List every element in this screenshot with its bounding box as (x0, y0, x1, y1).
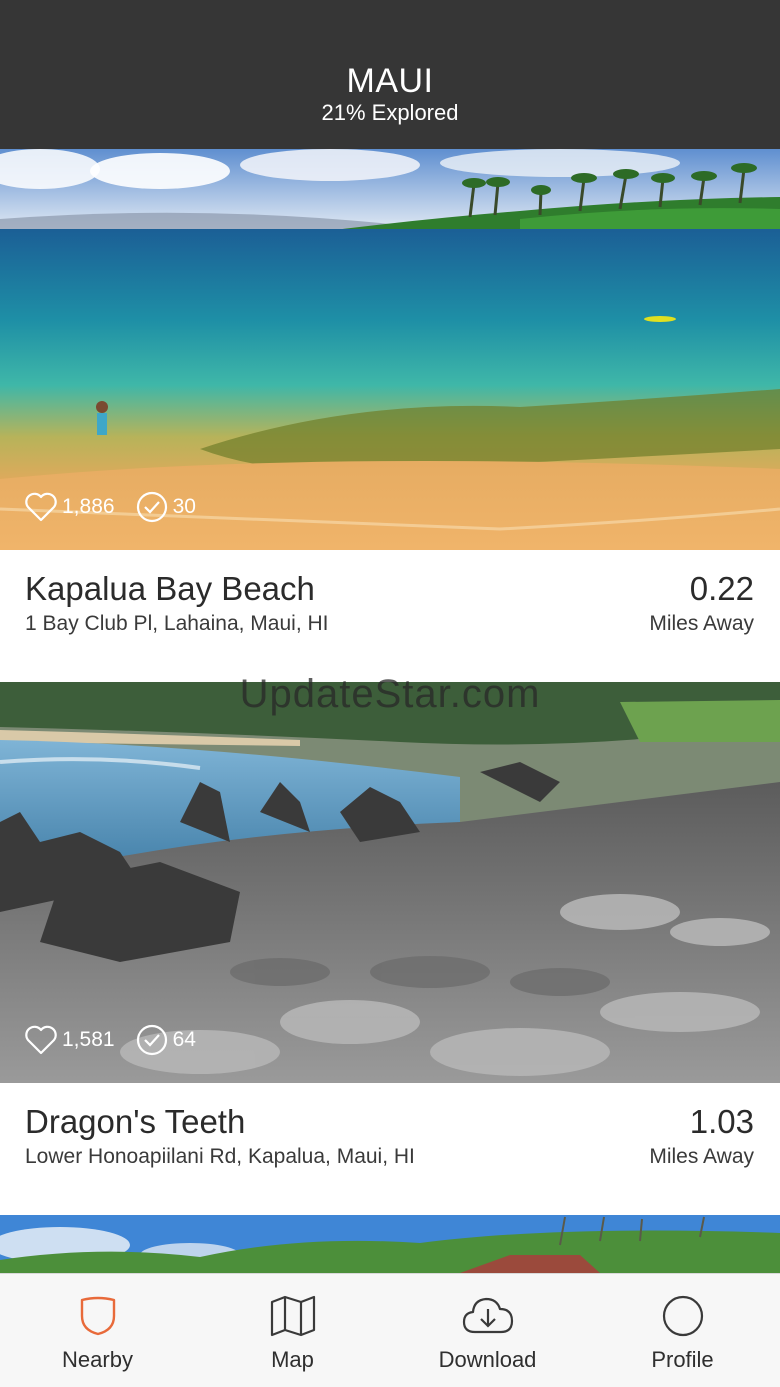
distance-unit: Miles Away (649, 1145, 754, 1168)
likes-stat[interactable]: 1,886 (24, 492, 115, 522)
visits-count: 30 (172, 495, 196, 518)
likes-count: 1,886 (62, 495, 115, 518)
place-info[interactable]: Kapalua Bay Beach 1 Bay Club Pl, Lahaina… (0, 550, 780, 682)
check-circle-icon (136, 1024, 167, 1056)
check-circle-icon (136, 491, 167, 523)
tab-profile[interactable]: Profile (585, 1274, 780, 1387)
heart-icon (25, 492, 57, 522)
visits-count: 64 (172, 1028, 196, 1051)
photo-stats: 1,581 64 (24, 1023, 216, 1057)
tab-label: Profile (651, 1347, 714, 1372)
cloud-download-icon (462, 1297, 513, 1334)
likes-stat[interactable]: 1,581 (24, 1025, 115, 1055)
tab-label: Map (271, 1347, 314, 1372)
distance-unit: Miles Away (649, 612, 754, 635)
watermark-text: UpdateStar.com (239, 672, 541, 716)
photo-stats: 1,886 30 (24, 490, 216, 524)
place-name: Kapalua Bay Beach (25, 570, 315, 607)
places-feed[interactable]: 1,886 30 Kapalua Bay Beach 1 Bay Club Pl… (0, 149, 780, 1273)
visits-stat[interactable]: 30 (135, 490, 196, 524)
place-info[interactable]: Dragon's Teeth Lower Honoapiilani Rd, Ka… (0, 1083, 780, 1215)
place-name: Dragon's Teeth (25, 1103, 246, 1140)
bottom-tab-bar: Nearby Map Download Profile (0, 1273, 780, 1387)
place-photo-partial[interactable] (0, 1215, 780, 1273)
place-photo-rocks[interactable]: 1,581 64 (0, 682, 780, 1083)
place-address: Lower Honoapiilani Rd, Kapalua, Maui, HI (25, 1145, 415, 1168)
explored-progress: 21% Explored (321, 100, 459, 125)
circle-icon (662, 1295, 703, 1337)
heart-icon (25, 1025, 57, 1055)
shield-icon (80, 1296, 115, 1336)
tab-download[interactable]: Download (390, 1274, 585, 1387)
map-icon (270, 1295, 315, 1337)
likes-count: 1,581 (62, 1028, 115, 1051)
app-header: MAUI 21% Explored (0, 0, 780, 149)
tab-label: Nearby (62, 1347, 133, 1372)
place-photo-beach[interactable]: 1,886 30 (0, 149, 780, 550)
tab-nearby[interactable]: Nearby (0, 1274, 195, 1387)
tab-map[interactable]: Map (195, 1274, 390, 1387)
visits-stat[interactable]: 64 (135, 1023, 196, 1057)
place-distance: 0.22 (689, 570, 754, 607)
page-title: MAUI (346, 62, 434, 100)
place-distance: 1.03 (689, 1103, 754, 1140)
tab-label: Download (438, 1347, 537, 1372)
place-address: 1 Bay Club Pl, Lahaina, Maui, HI (25, 612, 329, 635)
